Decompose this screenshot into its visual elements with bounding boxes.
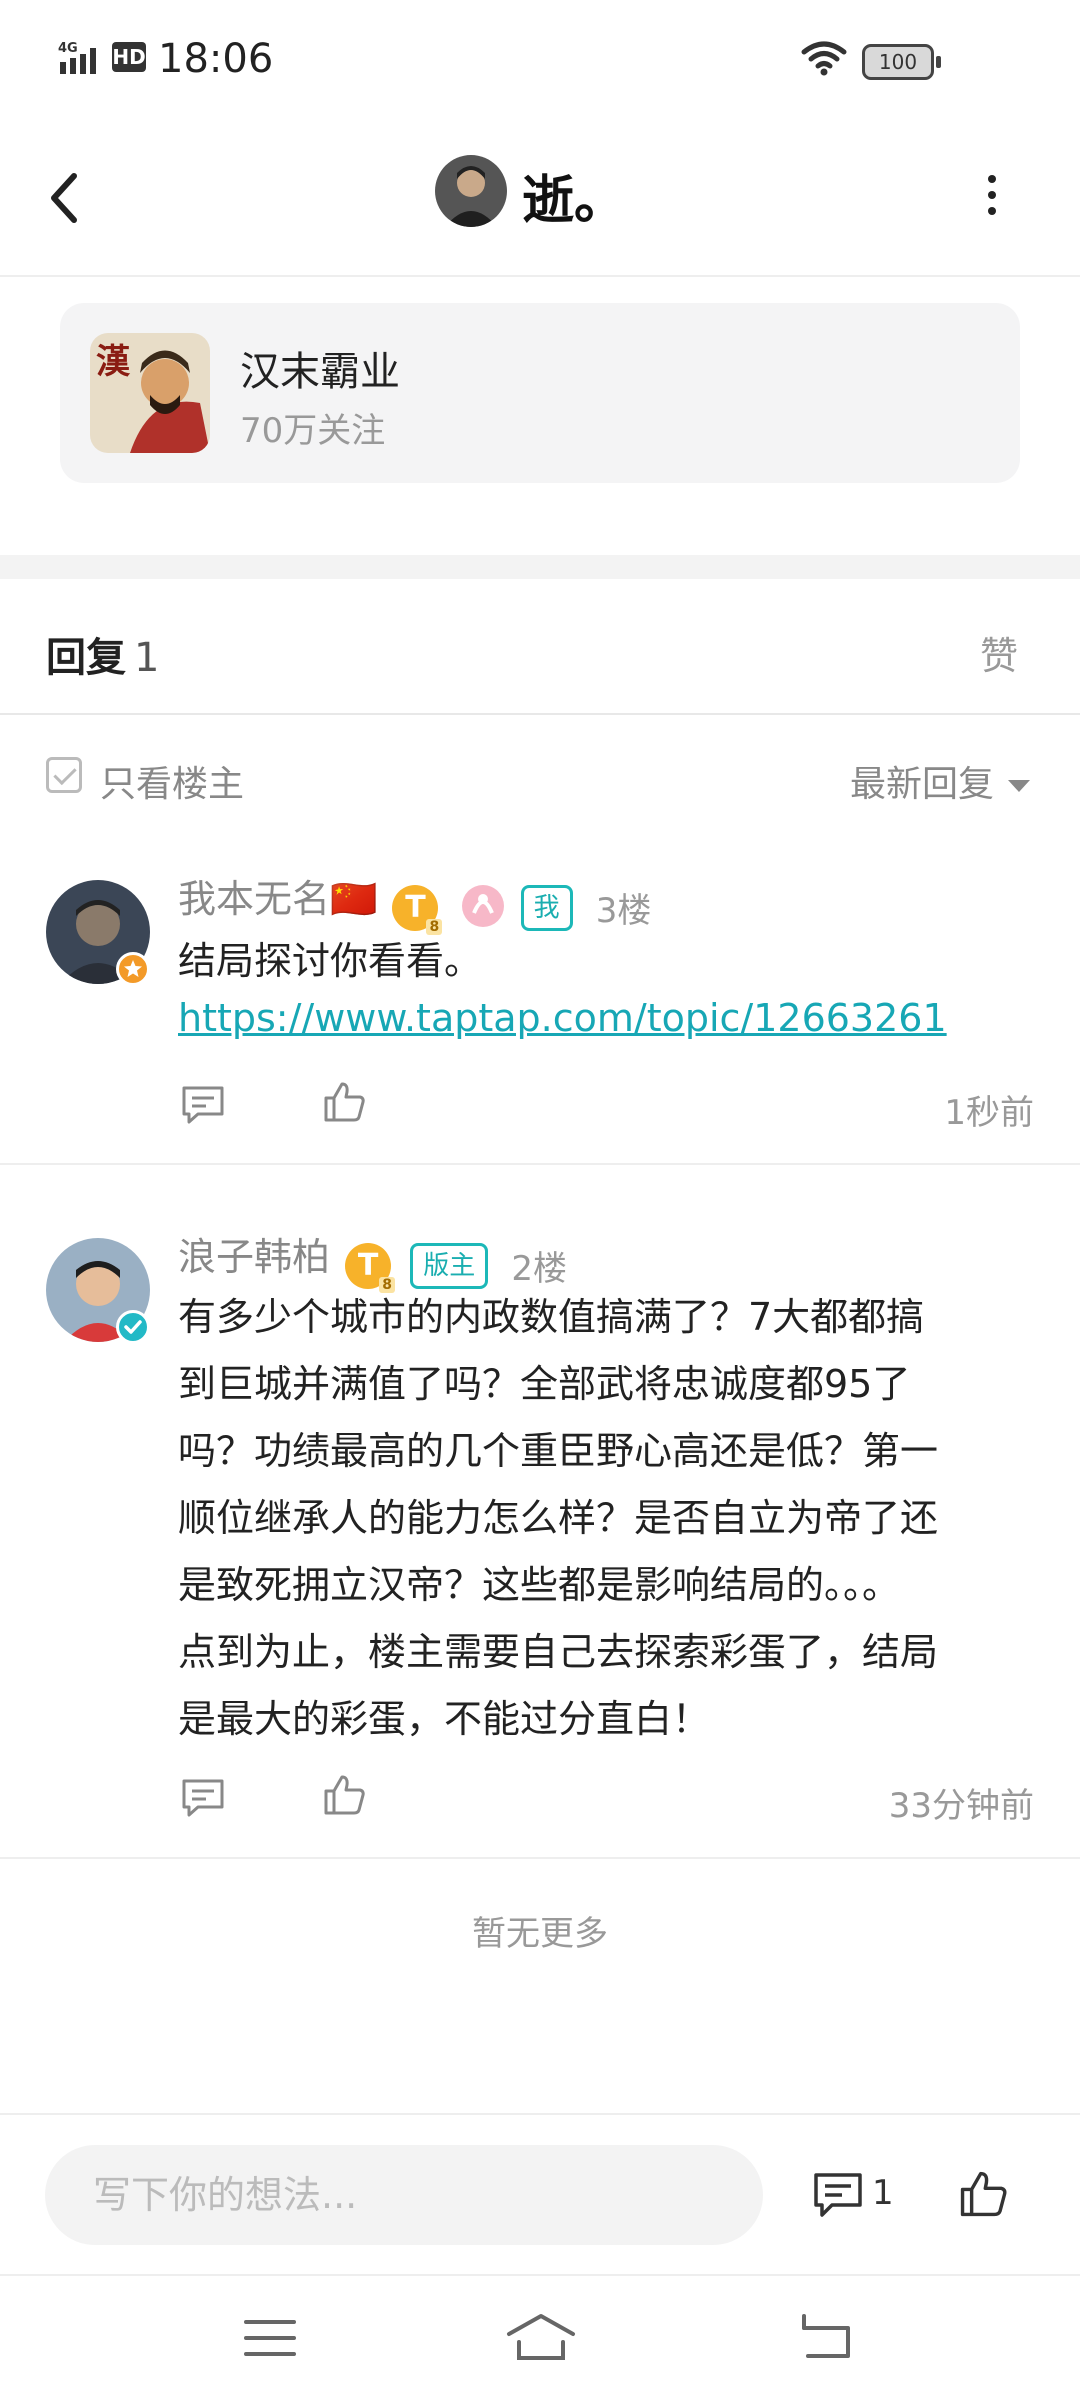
comment-link[interactable]: https://www.taptap.com/topic/12663261: [178, 996, 947, 1040]
comment-count: 1: [872, 2173, 894, 2213]
t-coin-icon: T: [345, 1242, 396, 1293]
forum-card[interactable]: 漢 汉末霸业 70万关注: [60, 303, 1020, 483]
tab-likes[interactable]: 赞: [980, 625, 1018, 680]
page-title: 逝。: [522, 171, 627, 231]
comment-count-icon[interactable]: [812, 2171, 864, 2221]
reply-icon[interactable]: [180, 1084, 226, 1126]
tab-replies-label: 回复: [46, 635, 126, 681]
medal-icon: [460, 883, 506, 933]
reply-icon[interactable]: [180, 1777, 226, 1819]
comment-time: 1秒前: [944, 1093, 1034, 1133]
moderator-tag: 版主: [410, 1242, 489, 1289]
divider: [0, 1857, 1080, 1859]
section-divider: [0, 555, 1080, 579]
comment-line: 顺位继承人的能力怎么样？是否自立为帝了还: [178, 1496, 939, 1540]
battery-icon: 100: [862, 44, 941, 80]
dropdown-caret-icon: [1008, 780, 1031, 792]
sort-label: 最新回复: [850, 764, 995, 805]
checkbox-icon[interactable]: [46, 757, 82, 793]
comment-line: 是最大的彩蛋，不能过分直白！: [178, 1697, 711, 1741]
role-tag: 我: [520, 884, 573, 931]
hd-icon: HD: [112, 42, 146, 72]
top-app-bar: 逝。: [0, 140, 1080, 277]
comment-header: 浪子韩柏 T 版主 2楼: [178, 1226, 567, 1293]
comment-line: 到巨城并满值了吗？全部武将忠诚度都95了: [178, 1362, 911, 1406]
back-arrow-icon[interactable]: [44, 168, 84, 228]
comment-text: 结局探讨你看看。: [178, 939, 483, 983]
comment-header: 我本无名🇨🇳 T 我 3楼: [178, 868, 652, 935]
home-icon[interactable]: [505, 2312, 577, 2362]
back-nav-icon[interactable]: [798, 2314, 852, 2360]
status-bar: 4G HD 18:06 100: [0, 0, 1080, 120]
no-more-text: 暂无更多: [472, 1914, 608, 1954]
only-op-label: 只看楼主: [100, 764, 245, 805]
comment-line: 是致死拥立汉帝？这些都是影响结局的。。。: [178, 1563, 901, 1607]
forum-icon: 漢: [90, 333, 210, 453]
forum-name: 汉末霸业: [240, 349, 400, 395]
forum-followers: 70万关注: [240, 411, 386, 451]
like-icon[interactable]: [958, 2169, 1008, 2219]
menu-icon[interactable]: [244, 2316, 296, 2360]
user-badge-icon: [116, 952, 150, 986]
forum-icon-glyph: 漢: [96, 342, 131, 382]
comment-line: 有多少个城市的内政数值搞满了？7大都都搞: [178, 1295, 925, 1339]
tab-replies-count: 1: [134, 635, 160, 681]
author-avatar[interactable]: [435, 155, 507, 227]
more-menu-icon[interactable]: [985, 175, 999, 223]
comment-username[interactable]: 我本无名🇨🇳: [178, 877, 377, 921]
comment-input[interactable]: 写下你的想法...: [45, 2145, 763, 2245]
floor-number: 2楼: [511, 1249, 567, 1289]
system-nav-bar: [0, 2274, 1080, 2402]
signal-icon: 4G: [58, 41, 96, 74]
divider: [0, 1163, 1080, 1165]
comment-line: 点到为止，楼主需要自己去探索彩蛋了，结局: [178, 1630, 939, 1674]
comment-body: 有多少个城市的内政数值搞满了？7大都都搞 到巨城并满值了吗？全部武将忠诚度都95…: [178, 1284, 1038, 1753]
like-icon[interactable]: [322, 1080, 366, 1124]
wifi-icon: [801, 41, 847, 76]
sort-dropdown[interactable]: 最新回复: [850, 755, 1031, 807]
svg-text:4G: 4G: [58, 41, 78, 56]
comment-line: 吗？功绩最高的几个重臣野心高还是低？第一: [178, 1429, 939, 1473]
floor-number: 3楼: [595, 891, 652, 931]
verified-badge-icon: [116, 1310, 150, 1344]
tab-replies[interactable]: 回复 1: [46, 625, 159, 683]
t-coin-icon: T: [392, 884, 443, 935]
divider: [0, 713, 1080, 715]
comment-time: 33分钟前: [888, 1786, 1034, 1826]
like-icon[interactable]: [322, 1773, 366, 1817]
comment-username[interactable]: 浪子韩柏: [178, 1235, 330, 1279]
status-time: 18:06: [158, 36, 274, 82]
composer-bar: 写下你的想法... 1: [0, 2113, 1080, 2275]
